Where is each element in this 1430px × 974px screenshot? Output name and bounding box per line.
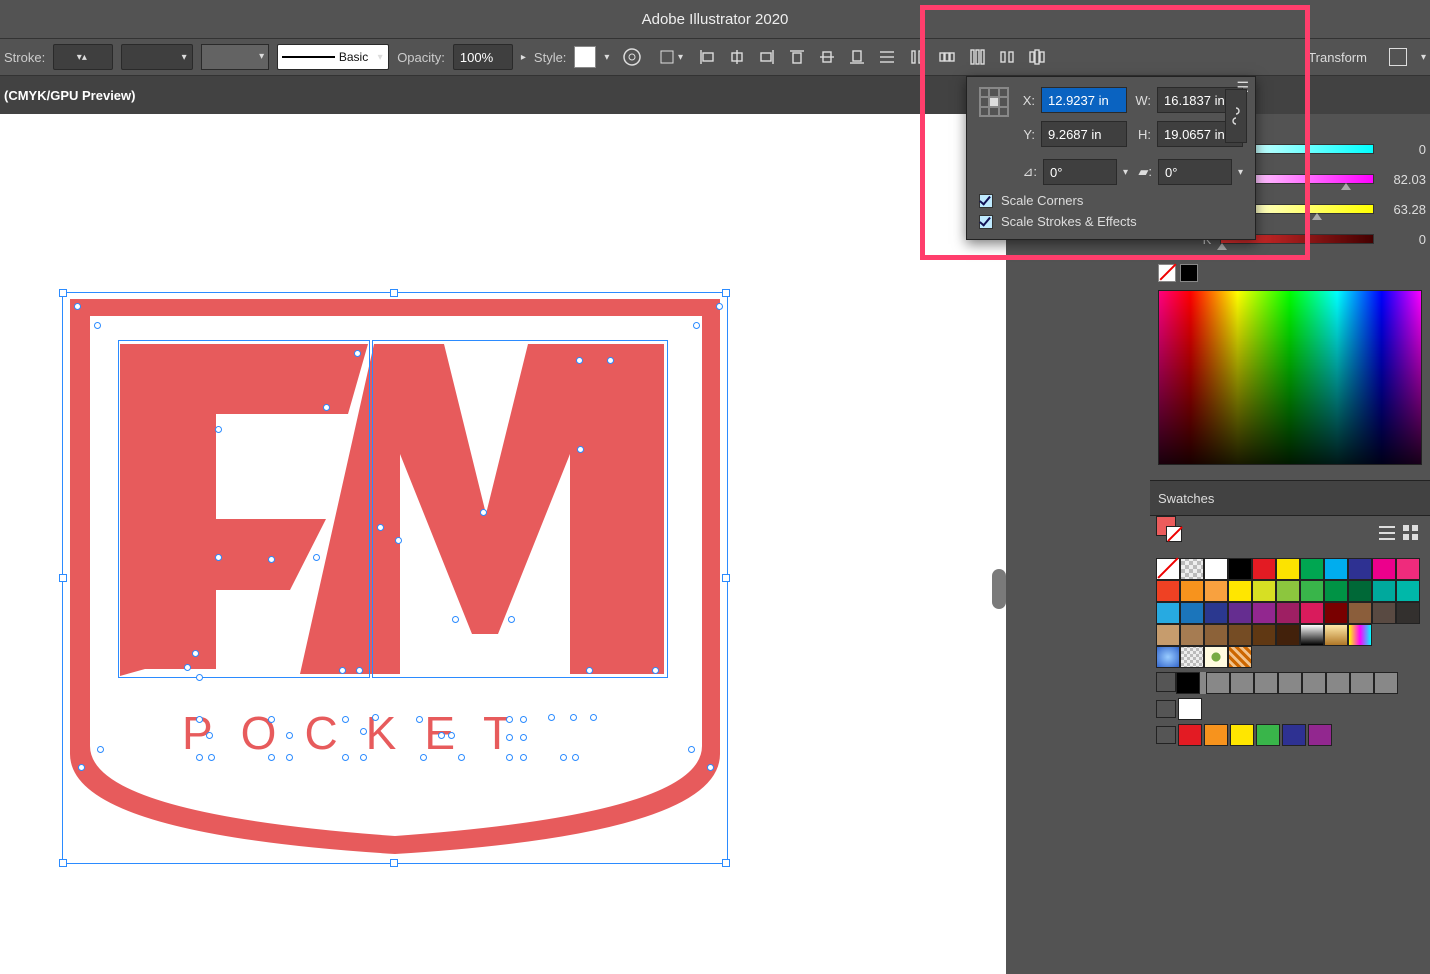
swatches-panel-header[interactable]: Swatches — [1150, 480, 1430, 516]
align-bottom-icon[interactable] — [843, 43, 871, 71]
dist-vcenter-icon[interactable] — [903, 43, 931, 71]
cmyk-y-value[interactable]: 63.28 — [1380, 202, 1430, 217]
style-swatch[interactable] — [574, 46, 596, 68]
fill-stroke-toggle[interactable] — [1158, 264, 1198, 282]
align-top-icon[interactable] — [783, 43, 811, 71]
cmyk-c-value[interactable]: 0 — [1380, 142, 1430, 157]
opacity-field[interactable]: 100% — [453, 44, 513, 70]
control-bar: Stroke: ▾▴ ▾ ▾ Basic▾ Opacity: 100% ▸ St… — [0, 38, 1430, 76]
panel-more-caret[interactable]: ▾ — [1421, 52, 1426, 63]
rotate-field[interactable]: 0° — [1043, 159, 1117, 185]
cmyk-m-value[interactable]: 82.03 — [1380, 172, 1430, 187]
handle-s[interactable] — [390, 859, 398, 867]
swatches-current-color[interactable] — [1156, 516, 1182, 542]
stroke-width-profile[interactable]: ▾ — [121, 44, 193, 70]
brush-definition[interactable]: Basic▾ — [277, 44, 389, 70]
stroke-variable-width[interactable]: ▾ — [201, 44, 269, 70]
stroke-label: Stroke: — [4, 50, 45, 65]
swatches-title: Swatches — [1158, 491, 1214, 506]
y-field[interactable]: 9.2687 in — [1041, 121, 1127, 147]
dist-right-icon[interactable] — [1023, 43, 1051, 71]
handle-n[interactable] — [390, 289, 398, 297]
y-label: Y: — [1017, 127, 1035, 142]
handle-se[interactable] — [722, 859, 730, 867]
vertical-scrollbar-thumb[interactable] — [992, 569, 1006, 609]
rotate-caret[interactable]: ▾ — [1123, 167, 1128, 178]
opacity-caret[interactable]: ▸ — [521, 52, 526, 63]
list-view-icon[interactable] — [1378, 524, 1396, 542]
swatches-grid[interactable] — [1156, 558, 1424, 746]
handle-nw[interactable] — [59, 289, 67, 297]
angle-icon: ⊿: — [1019, 164, 1037, 180]
transform-link[interactable]: Transform — [1308, 50, 1367, 65]
color-spectrum[interactable] — [1158, 290, 1422, 465]
stroke-weight-field[interactable]: ▾▴ — [53, 44, 113, 70]
handle-e[interactable] — [722, 574, 730, 582]
constrain-proportions-icon[interactable] — [1225, 89, 1247, 143]
shear-icon: ▰: — [1134, 164, 1152, 180]
shape-mode-icon[interactable]: ▾ — [655, 42, 685, 72]
canvas[interactable]: POCKET — [0, 114, 1006, 974]
scale-corners-label: Scale Corners — [1001, 193, 1083, 208]
app-title: Adobe Illustrator 2020 — [642, 11, 789, 28]
x-field[interactable]: 12.9237 in — [1041, 87, 1127, 113]
align-hcenter-icon[interactable] — [723, 43, 751, 71]
right-panels: C0 M82.03 Y63.28 K0 Swatches — [1150, 114, 1430, 974]
shear-caret[interactable]: ▾ — [1238, 167, 1243, 178]
cmyk-k-value[interactable]: 0 — [1380, 232, 1430, 247]
w-label: W: — [1133, 93, 1151, 108]
scale-corners-checkbox[interactable]: Scale Corners — [979, 193, 1243, 208]
h-label: H: — [1133, 127, 1151, 142]
handle-w[interactable] — [59, 574, 67, 582]
isolate-group-icon[interactable] — [1383, 42, 1413, 72]
document-tab-label: (CMYK/GPU Preview) — [0, 88, 135, 103]
style-label: Style: — [534, 50, 567, 65]
swatches-view-icons[interactable] — [1378, 524, 1420, 542]
style-caret[interactable]: ▾ — [604, 52, 609, 63]
align-right-icon[interactable] — [753, 43, 781, 71]
dist-hcenter-icon[interactable] — [993, 43, 1021, 71]
reference-point-grid[interactable] — [979, 87, 1009, 117]
transform-popup: ☰ X: 12.9237 in W: 16.1837 in Y: 9.2687 … — [966, 76, 1256, 240]
scale-strokes-checkbox[interactable]: Scale Strokes & Effects — [979, 214, 1243, 229]
recolor-artwork-icon[interactable] — [617, 42, 647, 72]
dist-left-icon[interactable] — [963, 43, 991, 71]
grid-view-icon[interactable] — [1402, 524, 1420, 542]
fm-shield-artwork[interactable] — [0, 114, 1006, 974]
handle-sw[interactable] — [59, 859, 67, 867]
handle-ne[interactable] — [722, 289, 730, 297]
scale-strokes-label: Scale Strokes & Effects — [1001, 214, 1137, 229]
dist-bottom-icon[interactable] — [933, 43, 961, 71]
x-label: X: — [1017, 93, 1035, 108]
shear-field[interactable]: 0° — [1158, 159, 1232, 185]
align-left-icon[interactable] — [693, 43, 721, 71]
align-vcenter-icon[interactable] — [813, 43, 841, 71]
opacity-label: Opacity: — [397, 50, 445, 65]
dist-top-icon[interactable] — [873, 43, 901, 71]
swatch-folder-row[interactable] — [1156, 724, 1424, 746]
title-bar: Adobe Illustrator 2020 — [0, 0, 1430, 38]
